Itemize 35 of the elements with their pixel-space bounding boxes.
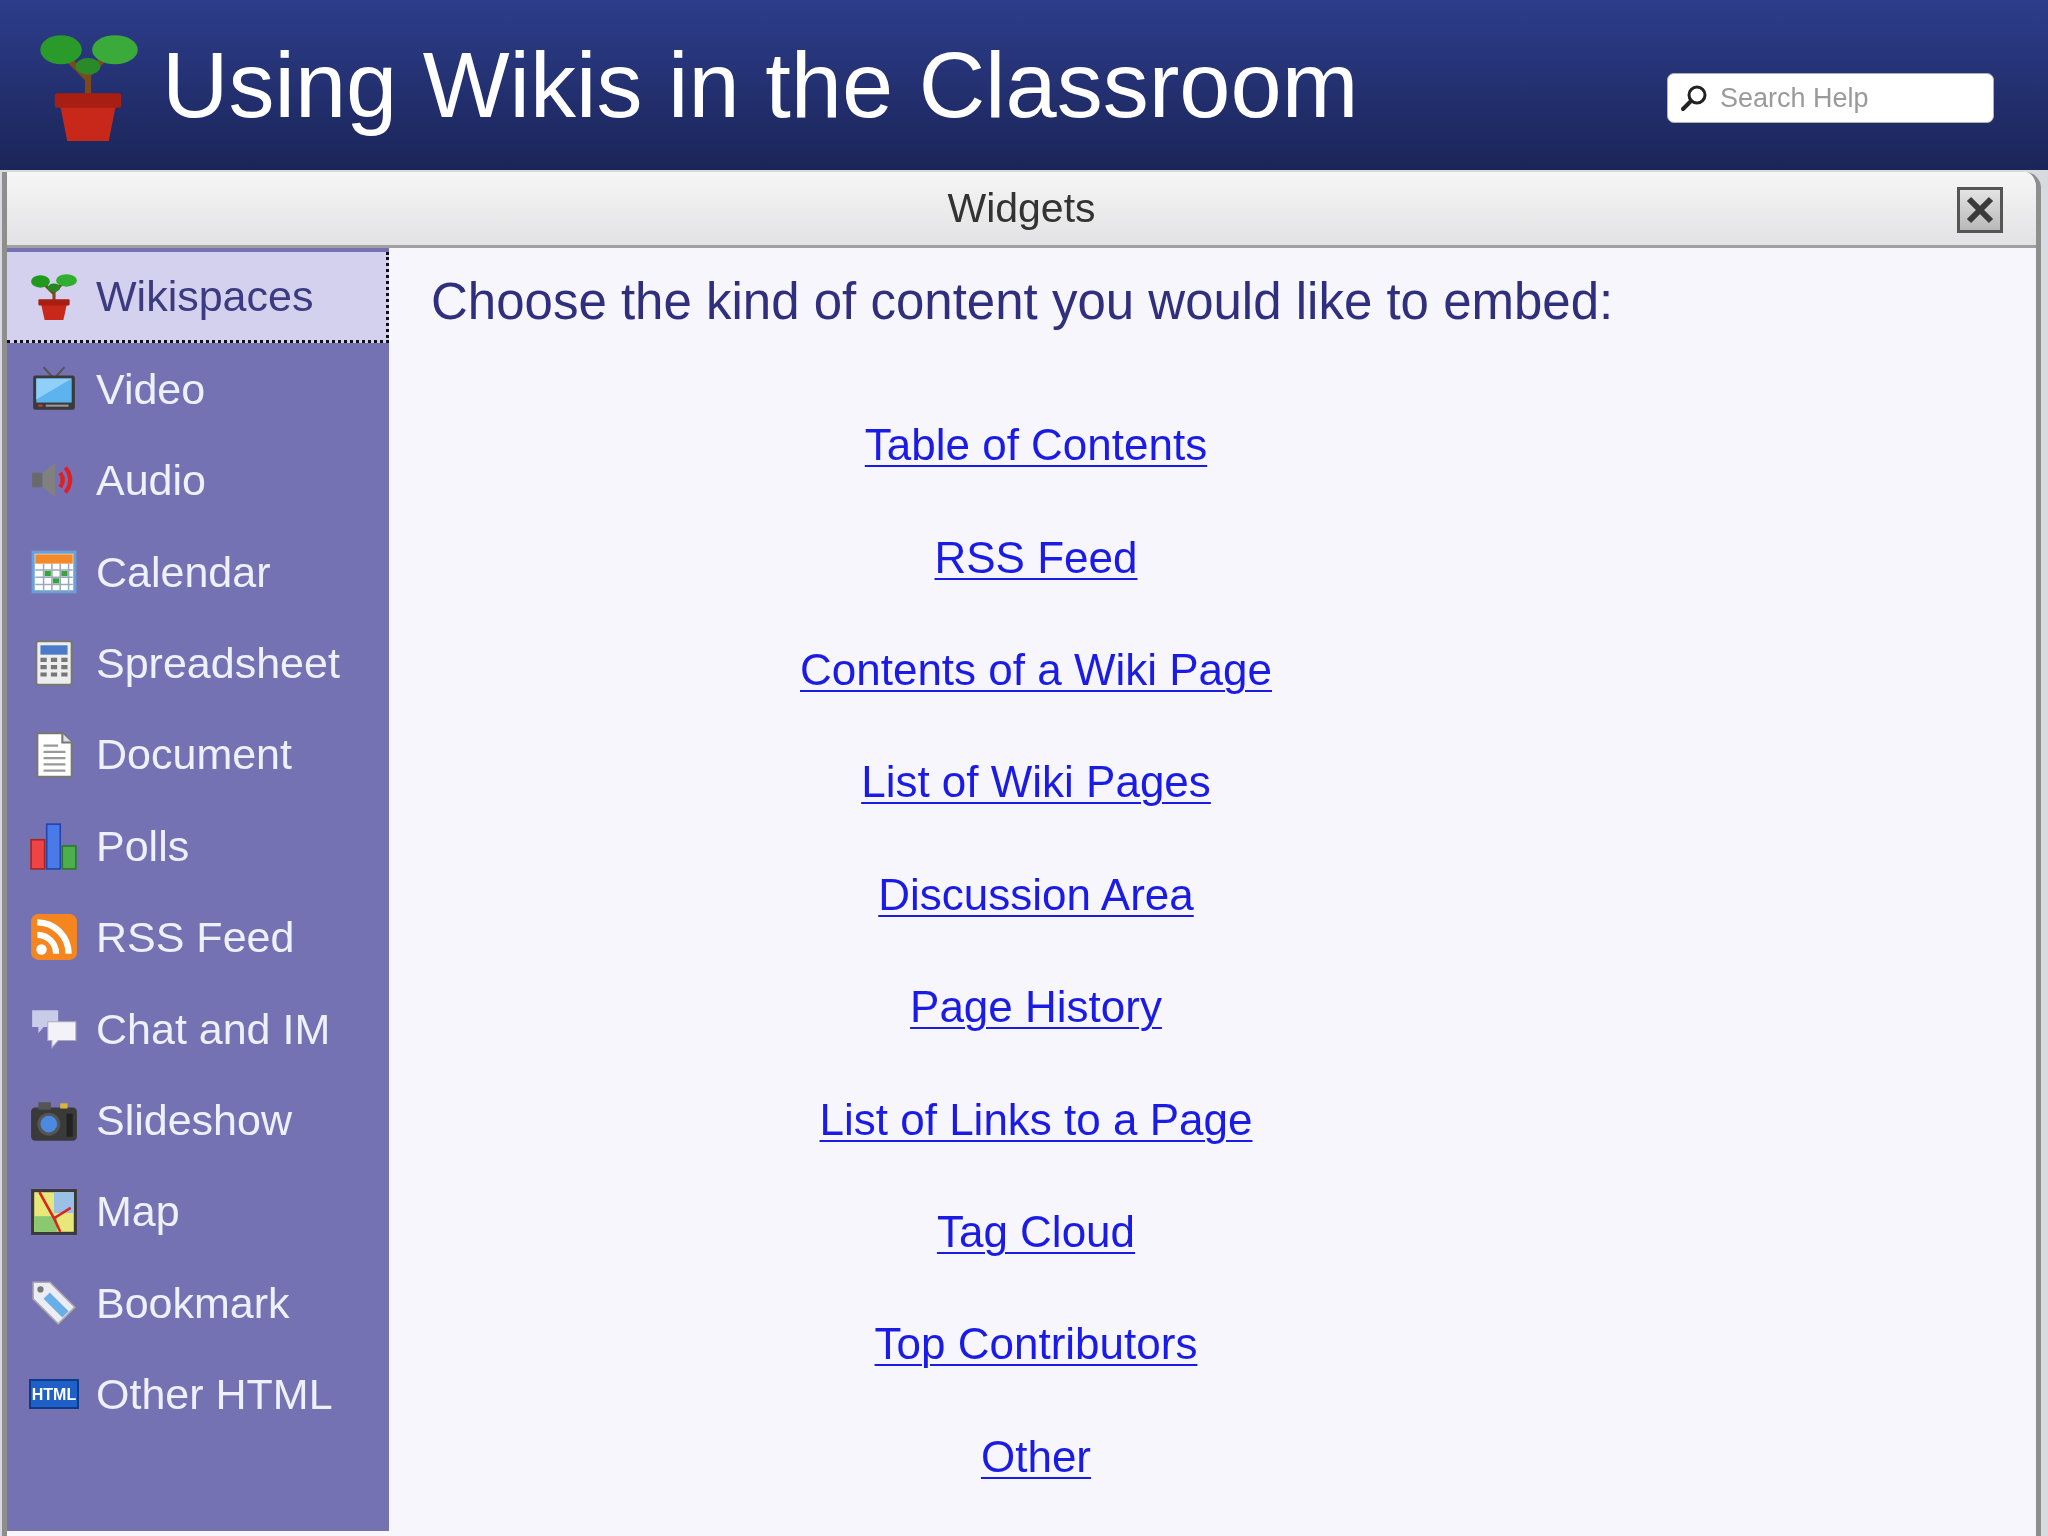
sidebar-item[interactable]: Audio — [7, 434, 389, 527]
search-field[interactable]: Search Help — [1667, 73, 1994, 123]
sidebar-item[interactable]: Document — [7, 708, 389, 801]
map-icon — [29, 1186, 79, 1237]
sidebar-item[interactable]: RSS Feed — [7, 891, 389, 984]
widget-link[interactable]: Tag Cloud — [936, 1205, 1136, 1258]
sidebar-item[interactable]: Video — [7, 343, 389, 435]
widget-link[interactable]: Top Contributors — [874, 1318, 1198, 1371]
sidebar-item[interactable]: Wikispaces — [7, 252, 389, 344]
widget-link[interactable]: Page History — [910, 981, 1162, 1034]
sidebar-item[interactable]: Calendar — [7, 526, 389, 618]
tag-icon — [29, 1278, 79, 1328]
search-icon — [1680, 84, 1708, 112]
sidebar-item[interactable]: Map — [7, 1165, 389, 1258]
widget-link[interactable]: Contents of a Wiki Page — [800, 643, 1272, 696]
sidebar-item[interactable]: Bookmark — [7, 1257, 389, 1349]
rss-icon — [29, 912, 79, 963]
potted-plant-icon — [29, 271, 79, 322]
sidebar-item[interactable]: Spreadsheet — [7, 617, 389, 709]
widget-link[interactable]: List of Links to a Page — [819, 1093, 1253, 1146]
widget-link[interactable]: Discussion Area — [878, 868, 1194, 921]
widget-link[interactable]: RSS Feed — [934, 531, 1138, 584]
sidebar-item[interactable]: Polls — [7, 800, 389, 892]
bar-chart-icon — [29, 821, 79, 872]
dialog-title: Widgets — [947, 183, 1096, 233]
close-icon — [1965, 195, 1995, 225]
widget-link[interactable]: Table of Contents — [864, 419, 1208, 472]
sidebar-item[interactable]: Chat and IM — [7, 983, 389, 1075]
app-title: Using Wikis in the Classroom — [162, 32, 1359, 138]
widget-link[interactable]: Other — [980, 1430, 1091, 1483]
widget-link[interactable]: List of Wiki Pages — [861, 756, 1211, 809]
sidebar-item[interactable]: Slideshow — [7, 1074, 389, 1166]
instruction-heading: Choose the kind of content you would like to embed: — [431, 272, 1614, 332]
close-button[interactable] — [1957, 187, 2003, 233]
sidebar-item[interactable]: HTML Other HTML — [7, 1348, 389, 1441]
